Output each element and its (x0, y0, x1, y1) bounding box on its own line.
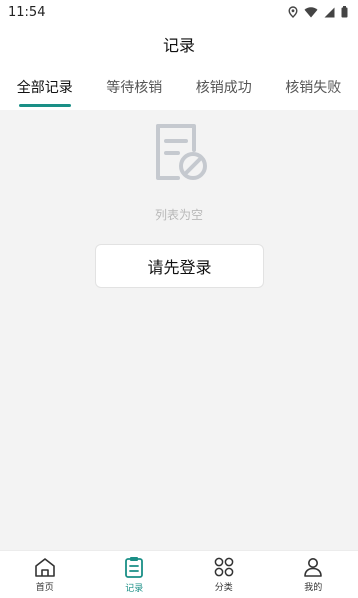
tab-pending-verification[interactable]: 等待核销 (90, 64, 180, 110)
status-icons (288, 6, 348, 18)
tab-label: 全部记录 (16, 80, 73, 96)
app-bar: 记录 (0, 24, 358, 64)
empty-list-text: 列表为空 (154, 208, 203, 222)
wifi-icon (304, 6, 318, 17)
signal-icon (324, 7, 335, 17)
tab-verification-success[interactable]: 核销成功 (179, 64, 269, 110)
bottom-nav: 首页 记录 分类 我的 (0, 550, 358, 598)
empty-state: 列表为空 请先登录 (0, 110, 358, 550)
nav-item-home[interactable]: 首页 (0, 551, 90, 598)
nav-label: 记录 (125, 583, 144, 594)
nav-item-profile[interactable]: 我的 (269, 551, 358, 598)
page-title: 记录 (162, 36, 195, 55)
tab-label: 核销失败 (285, 80, 342, 96)
status-bar: 11:54 (0, 0, 358, 24)
nav-label: 我的 (304, 582, 323, 593)
empty-list-icon (156, 124, 207, 180)
nav-item-records[interactable]: 记录 (90, 551, 180, 598)
tab-label: 核销成功 (195, 80, 252, 96)
status-time: 11:54 (8, 4, 46, 20)
home-icon (34, 557, 55, 577)
login-button[interactable]: 请先登录 (95, 244, 264, 288)
record-icon (125, 556, 144, 578)
category-icon (214, 557, 234, 576)
tab-label: 等待核销 (106, 80, 163, 96)
tab-all-records[interactable]: 全部记录 (0, 64, 90, 110)
nav-item-category[interactable]: 分类 (179, 551, 269, 598)
nav-label: 首页 (35, 582, 54, 593)
nav-label: 分类 (214, 582, 233, 593)
tab-verification-failed[interactable]: 核销失败 (269, 64, 358, 110)
location-icon (288, 6, 298, 18)
battery-icon (341, 6, 348, 18)
active-tab-indicator (18, 104, 71, 107)
tab-bar: 全部记录 等待核销 核销成功 核销失败 (0, 64, 358, 110)
profile-icon (304, 557, 323, 577)
